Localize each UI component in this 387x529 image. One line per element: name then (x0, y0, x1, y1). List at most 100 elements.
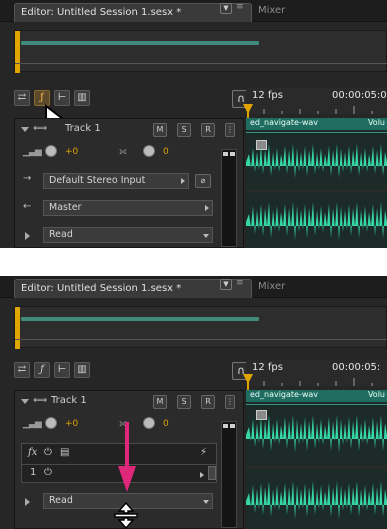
editor-tab[interactable]: Editor: Untitled Session 1.sesx * (14, 3, 252, 22)
channel-divider (246, 466, 387, 468)
input-select-value: Default Stereo Input (49, 175, 146, 186)
eq-icon[interactable]: ▥ (74, 362, 90, 378)
editor-tab-title: Editor: Untitled Session 1.sesx * (21, 7, 182, 18)
effects-menu-icon[interactable]: ▤ (60, 447, 69, 458)
waveform-left-channel (246, 415, 387, 453)
effects-flash-icon[interactable]: ⚡ (200, 447, 207, 458)
automation-mode-value: Read (49, 229, 73, 240)
effects-power-icon[interactable]: ⏻ (44, 447, 52, 458)
audio-clip[interactable]: ed_navigate-wav Volu (246, 118, 387, 248)
track-controls-toolbar: ⇄ ƒ ⊢ ▥ ∩ (14, 362, 250, 382)
ruler-fps-label: 12 fps (252, 362, 283, 373)
tab-menu-button[interactable]: ▼ (220, 279, 232, 290)
pan-value[interactable]: 0 (163, 419, 169, 429)
monitor-input-button[interactable]: ⋮ (225, 123, 235, 137)
tab-options-icon[interactable]: ≡ (236, 278, 246, 291)
ruler-ticks (263, 106, 373, 114)
timeline-ruler[interactable]: 12 fps 00:00:05:0 (246, 88, 387, 114)
solo-button[interactable]: S (177, 123, 191, 137)
effects-slot-arrow-icon[interactable] (200, 472, 204, 478)
mixer-tab[interactable]: Mixer (258, 281, 285, 292)
clip-name: ed_navigate-wav (250, 390, 319, 399)
automation-dropdown-arrow-icon (203, 234, 209, 238)
editor-panel-bottom: Editor: Untitled Session 1.sesx * ▼ ≡ Mi… (0, 276, 387, 529)
mute-button[interactable]: M (153, 395, 167, 409)
effects-slot-number: 1 (30, 467, 37, 478)
clip-volume-envelope[interactable] (246, 132, 387, 133)
editor-tab-title: Editor: Untitled Session 1.sesx * (21, 283, 182, 294)
panel-tab-bar: Editor: Untitled Session 1.sesx * ▼ ≡ Mi… (0, 0, 387, 22)
waveform-left-channel (246, 144, 387, 178)
automation-expand-icon[interactable] (25, 232, 30, 240)
track-name[interactable]: Track 1 (65, 123, 101, 134)
volume-knob[interactable] (45, 417, 57, 429)
ruler-ticks (263, 378, 373, 386)
channel-divider (246, 190, 387, 192)
solo-button[interactable]: S (177, 395, 191, 409)
track-move-handle-icon[interactable]: ⟺ (33, 395, 47, 406)
track-level-meter (221, 149, 237, 247)
io-icon[interactable]: ⇄ (14, 90, 30, 106)
monitor-input-button[interactable]: ⋮ (225, 395, 235, 409)
editor-panel-top: Editor: Untitled Session 1.sesx * ▼ ≡ Mi… (0, 0, 387, 248)
track-level-meter (221, 421, 237, 528)
automation-mode-select[interactable]: Read (43, 227, 213, 243)
output-select-arrow-icon (205, 205, 209, 211)
annotation-down-arrow-icon (118, 422, 136, 492)
track-move-handle-icon[interactable]: ⟺ (33, 123, 47, 134)
clip-header[interactable]: ed_navigate-wav Volu (246, 390, 387, 402)
collapse-triangle-icon[interactable] (21, 127, 29, 132)
volume-value[interactable]: +0 (65, 147, 78, 157)
overview-divider (15, 339, 387, 340)
clip-volume-envelope[interactable] (246, 404, 387, 405)
pan-knob[interactable] (143, 145, 155, 157)
record-arm-button[interactable]: R (201, 123, 215, 137)
audio-clip[interactable]: ed_navigate-wav Volu (246, 390, 387, 529)
effects-rack-scrollbar[interactable] (208, 466, 216, 480)
output-select[interactable]: Master (43, 200, 213, 216)
session-overview[interactable] (14, 30, 387, 73)
pan-value[interactable]: 0 (163, 147, 169, 157)
sends-icon[interactable]: ⊢ (54, 362, 70, 378)
effects-rack-fx-label: fx (28, 447, 38, 458)
overview-zoom-handle[interactable] (15, 307, 20, 349)
clip-header[interactable]: ed_navigate-wav Volu (246, 118, 387, 130)
tab-menu-button[interactable]: ▼ (220, 3, 232, 14)
track-header: ⟺ Track 1 M S R ⋮ ▁▃▅ +0 ⟗ 0 → Default S… (14, 118, 244, 248)
automation-dropdown-arrow-icon (203, 500, 209, 504)
phase-invert-icon[interactable]: ⌀ (195, 174, 211, 188)
mute-button[interactable]: M (153, 123, 167, 137)
clip-name: ed_navigate-wav (250, 118, 319, 127)
session-overview[interactable] (14, 306, 387, 349)
automation-expand-icon[interactable] (25, 498, 30, 506)
fx-icon[interactable]: ƒ (34, 362, 50, 378)
track-name[interactable]: Track 1 (51, 395, 87, 406)
overview-range-bar (21, 41, 259, 45)
collapse-triangle-icon[interactable] (21, 399, 29, 404)
input-select-arrow-icon (181, 178, 185, 184)
timeline-ruler[interactable]: 12 fps 00:00:05: (246, 360, 387, 386)
volume-knob[interactable] (45, 145, 57, 157)
ruler-time-label: 00:00:05: (332, 362, 381, 373)
effects-slot-power-icon[interactable]: ⏻ (44, 467, 52, 478)
waveform-right-channel (246, 481, 387, 519)
row-resize-cursor-icon (114, 502, 138, 529)
overview-zoom-handle[interactable] (15, 31, 20, 73)
overview-divider (15, 63, 387, 64)
output-select-value: Master (49, 202, 82, 213)
volume-icon: ▁▃▅ (23, 147, 42, 157)
pan-knob[interactable] (143, 417, 155, 429)
automation-mode-value: Read (49, 495, 73, 506)
input-arrow-icon: → (23, 173, 32, 184)
editor-tab[interactable]: Editor: Untitled Session 1.sesx * (14, 279, 252, 298)
record-arm-button[interactable]: R (201, 395, 215, 409)
clip-volume-label: Volu (367, 390, 385, 399)
input-select[interactable]: Default Stereo Input (43, 173, 189, 189)
ruler-time-label: 00:00:05:0 (332, 90, 387, 101)
mixer-tab[interactable]: Mixer (258, 5, 285, 16)
ruler-fps-label: 12 fps (252, 90, 283, 101)
tab-options-icon[interactable]: ≡ (236, 2, 246, 15)
volume-value[interactable]: +0 (65, 419, 78, 429)
pan-icon: ⟗ (119, 147, 127, 157)
io-icon[interactable]: ⇄ (14, 362, 30, 378)
